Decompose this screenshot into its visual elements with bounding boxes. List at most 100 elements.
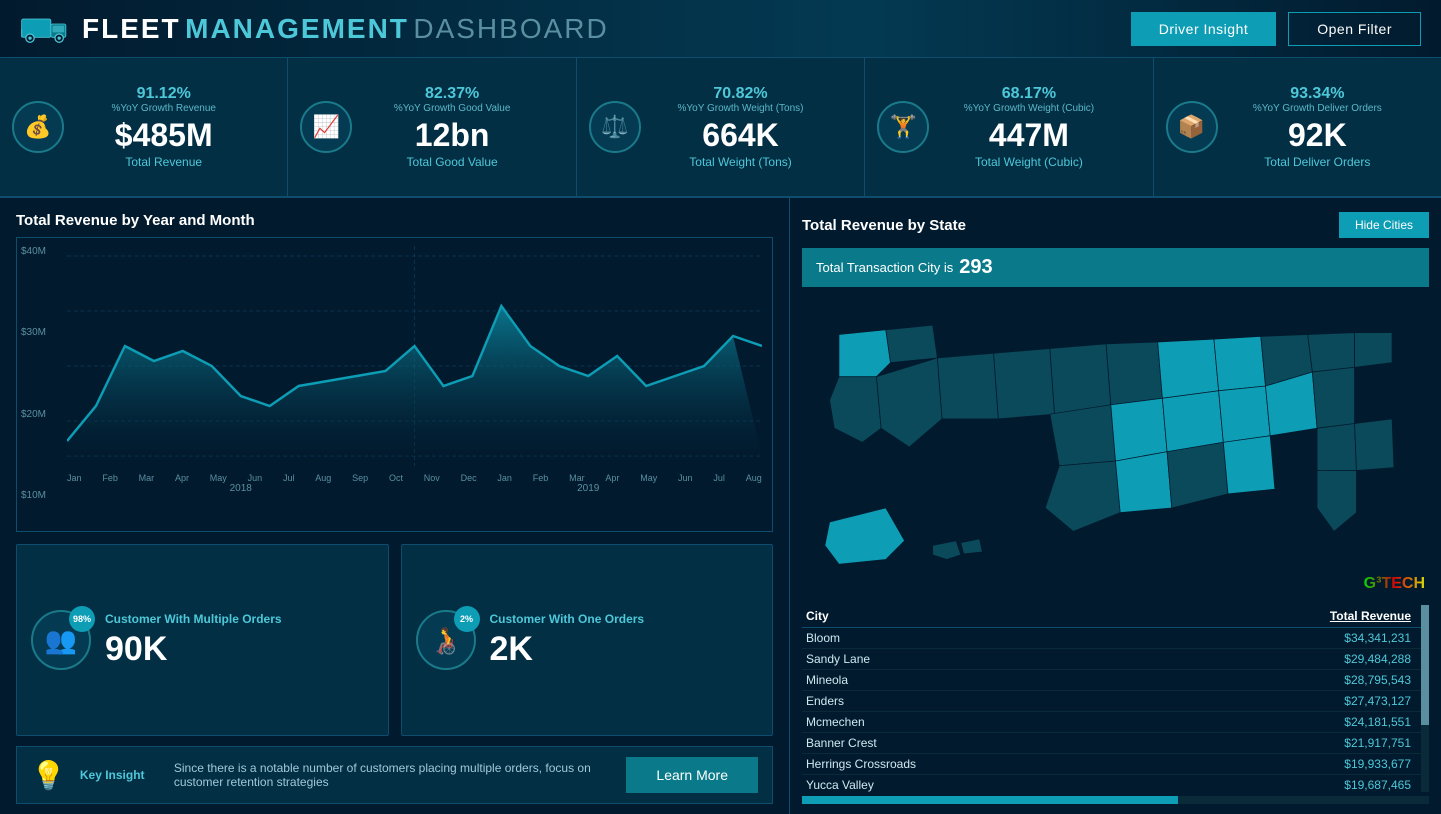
kpi-icon-2: ⚖️ [589, 101, 641, 153]
x-label-may-2019: May [640, 473, 657, 483]
learn-more-button[interactable]: Learn More [626, 757, 758, 793]
chart-container: $40M $30M $20M $10M [16, 237, 773, 532]
kpi-icon-1: 📈 [300, 101, 352, 153]
kpi-content-0: 91.12% %YoY Growth Revenue $485M Total R… [111, 85, 216, 169]
td-city-0: Bloom [806, 631, 1291, 645]
open-filter-button[interactable]: Open Filter [1288, 12, 1421, 46]
key-insight-text: Since there is a notable number of custo… [174, 761, 613, 789]
kpi-card-1: 📈 82.37% %YoY Growth Good Value 12bn Tot… [288, 58, 576, 196]
main-content: Total Revenue by Year and Month $40M $30… [0, 198, 1441, 814]
header-buttons: Driver Insight Open Filter [1131, 12, 1421, 46]
kpi-value-4: 92K [1253, 118, 1382, 153]
chart-svg [67, 246, 762, 466]
revenue-table: City Total Revenue Bloom $34,341,231 San… [802, 605, 1429, 792]
header-title-area: FLEET MANAGEMENT DASHBOARD [20, 9, 609, 49]
x-label-jun-2018: Jun [248, 473, 263, 483]
kpi-row: 💰 91.12% %YoY Growth Revenue $485M Total… [0, 58, 1441, 198]
table-row: Herrings Crossroads $19,933,677 [802, 754, 1429, 775]
table-header: City Total Revenue [802, 605, 1429, 628]
td-revenue-0: $34,341,231 [1291, 631, 1411, 645]
scrollbar-thumb[interactable] [1421, 605, 1429, 725]
key-insight-label: Key Insight [80, 768, 160, 782]
kpi-content-4: 93.34% %YoY Growth Deliver Orders 92K To… [1253, 85, 1382, 169]
kpi-value-2: 664K [678, 118, 804, 153]
h-scroll-thumb[interactable] [802, 796, 1178, 804]
kpi-icon-0: 💰 [12, 101, 64, 153]
customer-single-value: 2K [490, 630, 645, 669]
x-label-nov-2018: Nov [424, 473, 440, 483]
us-map-area: G³TECH [802, 297, 1429, 597]
table-row: Mineola $28,795,543 [802, 670, 1429, 691]
td-revenue-4: $24,181,551 [1291, 715, 1411, 729]
year-label-2018: 2018 [67, 483, 415, 494]
kpi-icon-area-3: 🏋 [877, 101, 929, 153]
right-header: Total Revenue by State Hide Cities [802, 212, 1429, 238]
kpi-value-0: $485M [111, 118, 216, 153]
x-label-apr-2019: Apr [605, 473, 619, 483]
y-label-10m: $10M [21, 490, 46, 501]
kpi-percent-2: 70.82% [678, 85, 804, 103]
kpi-label-0: Total Revenue [111, 155, 216, 169]
y-label-40m: $40M [21, 246, 46, 257]
td-revenue-1: $29,484,288 [1291, 652, 1411, 666]
header-title-text: FLEET MANAGEMENT DASHBOARD [82, 13, 609, 45]
chart-year-labels: 2018 2019 [67, 483, 762, 494]
header: FLEET MANAGEMENT DASHBOARD Driver Insigh… [0, 0, 1441, 58]
transaction-value: 293 [959, 256, 992, 279]
col-header-revenue: Total Revenue [1291, 609, 1411, 623]
title-dashboard: DASHBOARD [413, 13, 608, 44]
kpi-percent-0: 91.12% [111, 85, 216, 103]
x-label-jan-2018: Jan [67, 473, 82, 483]
x-label-aug-2018: Aug [315, 473, 331, 483]
customer-multiple-badge: 98% [69, 606, 95, 632]
transaction-label: Total Transaction City is [816, 260, 953, 275]
kpi-percent-label-4: %YoY Growth Deliver Orders [1253, 103, 1382, 114]
td-city-2: Mineola [806, 673, 1291, 687]
kpi-icon-area-0: 💰 [12, 101, 64, 153]
hide-cities-button[interactable]: Hide Cities [1339, 212, 1429, 238]
kpi-value-3: 447M [964, 118, 1094, 153]
kpi-percent-label-0: %YoY Growth Revenue [111, 103, 216, 114]
x-label-apr-2018: Apr [175, 473, 189, 483]
td-city-1: Sandy Lane [806, 652, 1291, 666]
table-row: Banner Crest $21,917,751 [802, 733, 1429, 754]
customer-multiple-title: Customer With Multiple Orders [105, 612, 282, 626]
kpi-percent-4: 93.34% [1253, 85, 1382, 103]
scrollbar-track[interactable] [1421, 605, 1429, 792]
x-label-jul-2018: Jul [283, 473, 295, 483]
chart-title: Total Revenue by Year and Month [16, 212, 773, 229]
chart-y-labels: $40M $30M $20M $10M [21, 246, 46, 501]
td-city-6: Herrings Crossroads [806, 757, 1291, 771]
kpi-icon-area-4: 📦 [1166, 101, 1218, 153]
kpi-label-2: Total Weight (Tons) [678, 155, 804, 169]
x-label-jul-2019: Jul [713, 473, 725, 483]
watermark: G³TECH [1364, 575, 1425, 593]
kpi-content-2: 70.82% %YoY Growth Weight (Tons) 664K To… [678, 85, 804, 169]
kpi-percent-label-2: %YoY Growth Weight (Tons) [678, 103, 804, 114]
kpi-icon-area-2: ⚖️ [589, 101, 641, 153]
table-body: Bloom $34,341,231 Sandy Lane $29,484,288… [802, 628, 1429, 792]
x-label-dec-2018: Dec [461, 473, 477, 483]
table-row: Enders $27,473,127 [802, 691, 1429, 712]
kpi-card-4: 📦 93.34% %YoY Growth Deliver Orders 92K … [1154, 58, 1441, 196]
kpi-content-3: 68.17% %YoY Growth Weight (Cubic) 447M T… [964, 85, 1094, 169]
bottom-row: 👥 98% Customer With Multiple Orders 90K … [16, 544, 773, 736]
h-scroll-track[interactable] [802, 796, 1429, 804]
x-label-feb-2018: Feb [102, 473, 118, 483]
kpi-label-3: Total Weight (Cubic) [964, 155, 1094, 169]
driver-insight-button[interactable]: Driver Insight [1131, 12, 1276, 46]
title-fleet: FLEET [82, 13, 181, 44]
us-map-svg [802, 297, 1429, 597]
kpi-percent-1: 82.37% [394, 85, 511, 103]
x-label-jan-2019: Jan [497, 473, 512, 483]
td-city-7: Yucca Valley [806, 778, 1291, 792]
customer-multiple-value: 90K [105, 630, 282, 669]
y-label-20m: $20M [21, 409, 46, 420]
x-label-mar-2018: Mar [139, 473, 155, 483]
year-label-2019: 2019 [415, 483, 763, 494]
td-revenue-6: $19,933,677 [1291, 757, 1411, 771]
left-panel: Total Revenue by Year and Month $40M $30… [0, 198, 790, 814]
x-label-may-2018: May [210, 473, 227, 483]
kpi-value-1: 12bn [394, 118, 511, 153]
x-label-jun-2019: Jun [678, 473, 693, 483]
